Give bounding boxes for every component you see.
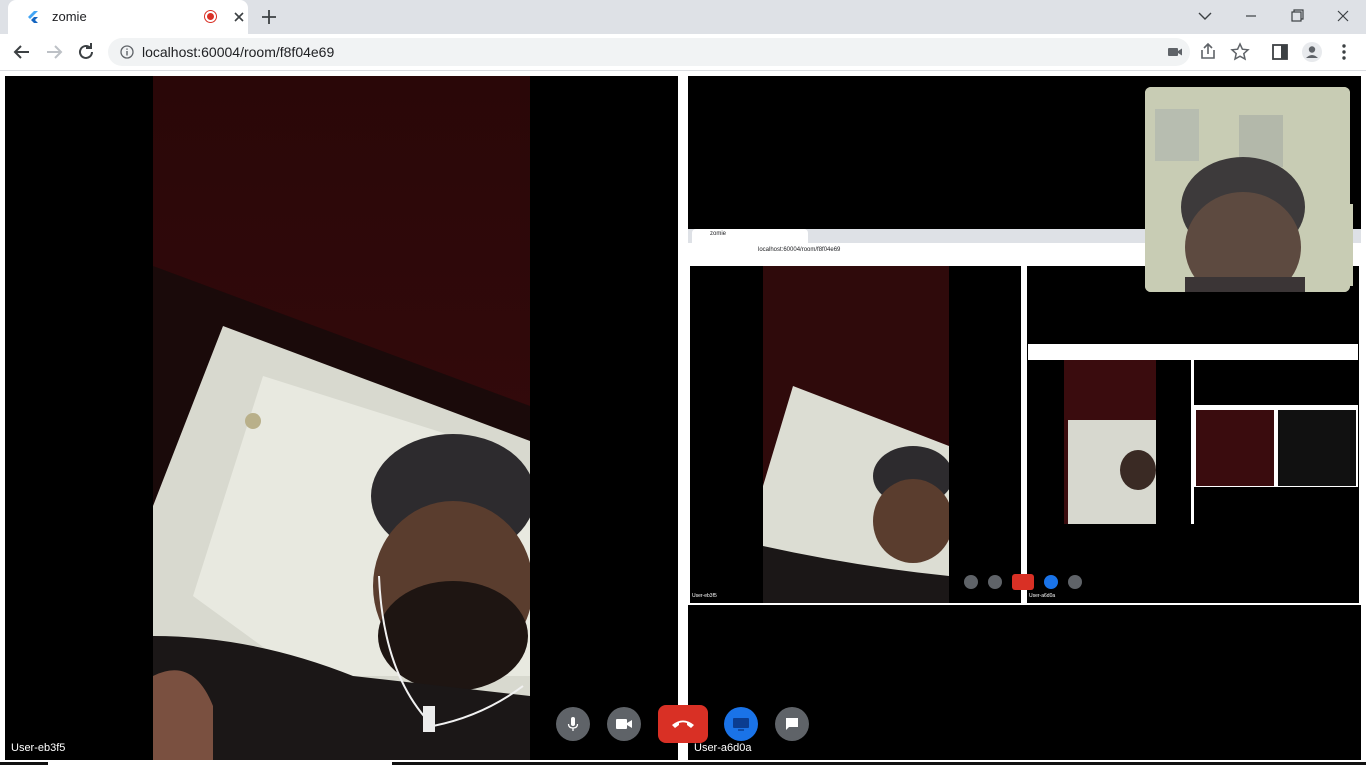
nested-call-controls (964, 574, 1094, 590)
share-page-icon[interactable] (1196, 40, 1220, 64)
nested-tab-title: zomie (710, 231, 727, 237)
nested-url: localhost:60004/room/f8f04e69 (758, 247, 841, 253)
tab-close-icon[interactable] (230, 8, 248, 26)
camera-in-use-icon[interactable] (1166, 43, 1184, 61)
taskbar-edge (0, 762, 48, 765)
self-view-video[interactable] (1145, 87, 1350, 292)
room-page: User-eb3f5 zomie localhost:60004/room/f8… (0, 71, 1366, 768)
reload-icon[interactable] (74, 40, 98, 64)
forward-arrow-icon[interactable] (42, 40, 66, 64)
mic-icon (567, 717, 579, 731)
nested-recursive-screen (1028, 344, 1358, 524)
bookmark-star-icon[interactable] (1228, 40, 1252, 64)
phone-hangup-icon (672, 720, 694, 728)
camera-icon (616, 719, 632, 729)
site-info-icon[interactable] (120, 45, 134, 59)
nested-participant-label-right: User-a6d0a (1029, 593, 1056, 599)
tab-strip: zomie (0, 0, 1366, 34)
camera-button[interactable] (607, 707, 641, 741)
participant-label: User-eb3f5 (11, 742, 66, 754)
video-tile-local: User-eb3f5 (5, 76, 678, 760)
flutter-favicon-icon (28, 11, 38, 23)
profile-avatar-icon[interactable] (1300, 40, 1324, 64)
minimize-icon[interactable] (1228, 0, 1274, 32)
restore-icon[interactable] (1274, 0, 1320, 32)
nested-tab: zomie (692, 229, 808, 243)
self-view-camera-image (1145, 87, 1350, 292)
screen-share-icon (733, 718, 749, 731)
back-arrow-icon[interactable] (10, 40, 34, 64)
tab-title: zomie (52, 9, 87, 24)
url-text: localhost:60004/room/f8f04e69 (142, 44, 335, 60)
tab-search-chevron-icon[interactable] (1182, 0, 1228, 32)
nested-participant-label-left: User-eb3f5 (692, 593, 717, 599)
browser-toolbar: localhost:60004/room/f8f04e69 (0, 34, 1366, 71)
screen-share-button[interactable] (724, 707, 758, 741)
nested-tile-right: User-a6d0a (1027, 204, 1359, 603)
mic-button[interactable] (556, 707, 590, 741)
end-call-button[interactable] (658, 705, 708, 743)
nested-tile-left: User-eb3f5 (690, 266, 1021, 603)
side-panel-icon[interactable] (1268, 40, 1292, 64)
more-menu-icon[interactable] (1332, 40, 1356, 64)
browser-tab[interactable]: zomie (8, 0, 248, 34)
address-bar[interactable]: localhost:60004/room/f8f04e69 (108, 38, 1190, 66)
recording-indicator-icon (204, 10, 217, 23)
new-tab-icon[interactable] (258, 6, 280, 28)
close-window-icon[interactable] (1320, 0, 1366, 32)
nested-camera-feed-image (763, 266, 949, 603)
taskbar-edge (392, 762, 1366, 765)
camera-feed-image (153, 76, 530, 760)
chat-button[interactable] (775, 707, 809, 741)
participant-label: User-a6d0a (694, 742, 752, 754)
chat-icon (786, 718, 798, 730)
